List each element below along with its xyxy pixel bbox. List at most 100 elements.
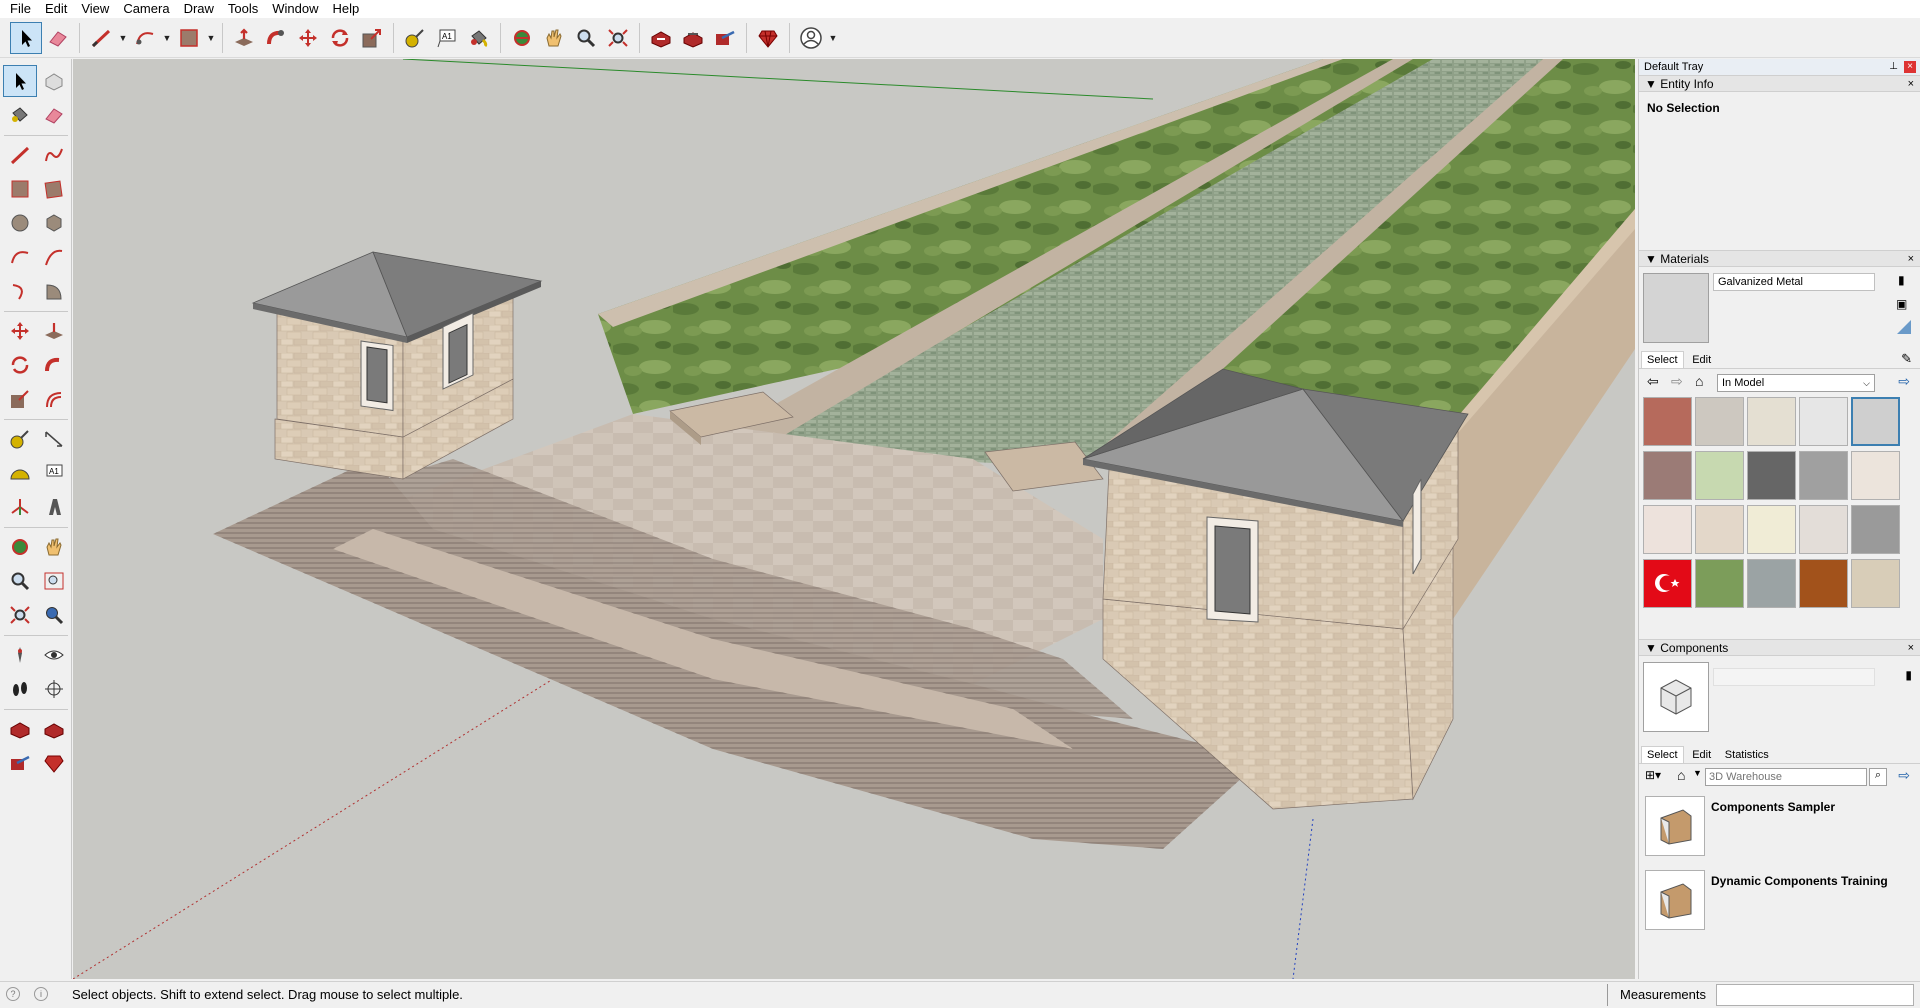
offset-icon[interactable]: [37, 383, 71, 415]
zoom-extents-icon[interactable]: [3, 599, 37, 631]
paint-bucket-tool-button[interactable]: [463, 22, 495, 54]
rectangle-tool-button[interactable]: [173, 22, 205, 54]
model-viewport[interactable]: [73, 59, 1635, 979]
material-swatch[interactable]: [1747, 451, 1796, 500]
arc-tool-dropdown[interactable]: ▼: [161, 22, 173, 54]
line-icon[interactable]: [3, 139, 37, 171]
components-tab-statistics[interactable]: Statistics: [1720, 747, 1774, 763]
rotate-icon[interactable]: [3, 349, 37, 381]
pan-icon[interactable]: [37, 531, 71, 563]
share-component-button[interactable]: [677, 22, 709, 54]
material-swatch[interactable]: [1643, 451, 1692, 500]
warehouse-search-input[interactable]: [1705, 768, 1867, 786]
extension-warehouse-icon[interactable]: [37, 747, 71, 779]
material-swatch[interactable]: [1695, 451, 1744, 500]
details-arrow-icon[interactable]: ⇨: [1898, 373, 1910, 390]
forward-icon[interactable]: ⇨: [1671, 373, 1683, 390]
navigation-dropdown-icon[interactable]: ▼: [1693, 768, 1702, 778]
materials-tab-edit[interactable]: Edit: [1687, 352, 1716, 368]
material-swatch[interactable]: [1695, 397, 1744, 446]
three-point-arc-icon[interactable]: [3, 275, 37, 307]
material-swatch[interactable]: [1643, 505, 1692, 554]
material-swatch[interactable]: [1851, 559, 1900, 608]
rectangle-icon[interactable]: [3, 173, 37, 205]
circle-icon[interactable]: [3, 207, 37, 239]
make-component-icon[interactable]: [37, 65, 71, 97]
material-swatch[interactable]: [1851, 397, 1900, 446]
follow-me-tool-button[interactable]: [260, 22, 292, 54]
zoom-extents-tool-button[interactable]: [602, 22, 634, 54]
pan-tool-button[interactable]: [538, 22, 570, 54]
components-header[interactable]: ▼ Components ×: [1639, 639, 1920, 656]
material-name-field[interactable]: Galvanized Metal: [1713, 273, 1875, 291]
materials-tab-select[interactable]: Select: [1641, 351, 1684, 368]
components-tab-edit[interactable]: Edit: [1687, 747, 1716, 763]
material-swatch[interactable]: [1799, 505, 1848, 554]
component-options-icon[interactable]: ▮: [1905, 668, 1912, 682]
orbit-icon[interactable]: [3, 531, 37, 563]
menu-help[interactable]: Help: [326, 0, 367, 18]
3d-warehouse-icon[interactable]: [3, 713, 37, 745]
section-plane-icon[interactable]: [37, 673, 71, 705]
share-model-button[interactable]: [709, 22, 741, 54]
material-swatch[interactable]: [1695, 559, 1744, 608]
paint-bucket-icon[interactable]: [3, 99, 37, 131]
geo-location-icon[interactable]: ?: [6, 987, 20, 1001]
freehand-icon[interactable]: [37, 139, 71, 171]
material-swatch[interactable]: [1747, 505, 1796, 554]
push-pull-icon[interactable]: [37, 315, 71, 347]
look-around-icon[interactable]: [37, 639, 71, 671]
material-swatch[interactable]: [1799, 559, 1848, 608]
protractor-icon[interactable]: [3, 457, 37, 489]
arc-icon[interactable]: [3, 241, 37, 273]
pie-icon[interactable]: [37, 275, 71, 307]
list-item[interactable]: Dynamic Components Training: [1645, 870, 1915, 936]
details-arrow-icon[interactable]: ⇨: [1898, 767, 1910, 784]
measurements-input[interactable]: [1716, 984, 1914, 1006]
material-swatch[interactable]: [1851, 451, 1900, 500]
components-tab-select[interactable]: Select: [1641, 746, 1684, 763]
back-icon[interactable]: ⇦: [1647, 373, 1659, 390]
3d-warehouse-button[interactable]: [645, 22, 677, 54]
eraser-icon[interactable]: [37, 99, 71, 131]
material-swatch[interactable]: [1643, 397, 1692, 446]
menu-draw[interactable]: Draw: [177, 0, 221, 18]
search-icon[interactable]: ⌕: [1869, 768, 1887, 786]
walk-icon[interactable]: [3, 673, 37, 705]
info-icon[interactable]: i: [34, 987, 48, 1001]
previous-view-icon[interactable]: [37, 599, 71, 631]
polygon-icon[interactable]: [37, 207, 71, 239]
account-icon[interactable]: [795, 22, 827, 54]
text-icon[interactable]: A1: [37, 457, 71, 489]
menu-view[interactable]: View: [74, 0, 116, 18]
move-tool-button[interactable]: [292, 22, 324, 54]
display-secondary-pane-icon[interactable]: [1896, 319, 1912, 335]
select-tool-button[interactable]: [10, 21, 42, 54]
material-swatch[interactable]: [1799, 451, 1848, 500]
account-dropdown[interactable]: ▼: [827, 22, 839, 54]
tape-measure-tool-button[interactable]: [399, 22, 431, 54]
line-tool-button[interactable]: [85, 22, 117, 54]
pin-icon[interactable]: ⊥: [1889, 59, 1898, 75]
dimension-icon[interactable]: [37, 423, 71, 455]
two-point-arc-icon[interactable]: [37, 241, 71, 273]
close-materials-icon[interactable]: ×: [1908, 251, 1914, 268]
list-item[interactable]: Components Sampler: [1645, 796, 1915, 862]
entity-info-header[interactable]: ▼ Entity Info ×: [1639, 75, 1920, 92]
material-library-select[interactable]: In Model ⌵: [1717, 374, 1875, 392]
menu-edit[interactable]: Edit: [38, 0, 74, 18]
axes-icon[interactable]: [3, 491, 37, 523]
share-component-icon[interactable]: [37, 713, 71, 745]
line-tool-dropdown[interactable]: ▼: [117, 22, 129, 54]
share-model-icon[interactable]: [3, 747, 37, 779]
menu-camera[interactable]: Camera: [116, 0, 176, 18]
rotated-rectangle-icon[interactable]: [37, 173, 71, 205]
rotate-tool-button[interactable]: [324, 22, 356, 54]
material-swatch[interactable]: [1747, 397, 1796, 446]
sample-paint-icon[interactable]: ▣: [1896, 297, 1912, 313]
close-entity-info-icon[interactable]: ×: [1908, 76, 1914, 93]
text-tool-button[interactable]: A1: [431, 22, 463, 54]
material-swatch[interactable]: [1799, 397, 1848, 446]
close-components-icon[interactable]: ×: [1908, 640, 1914, 657]
extension-warehouse-button[interactable]: [752, 22, 784, 54]
